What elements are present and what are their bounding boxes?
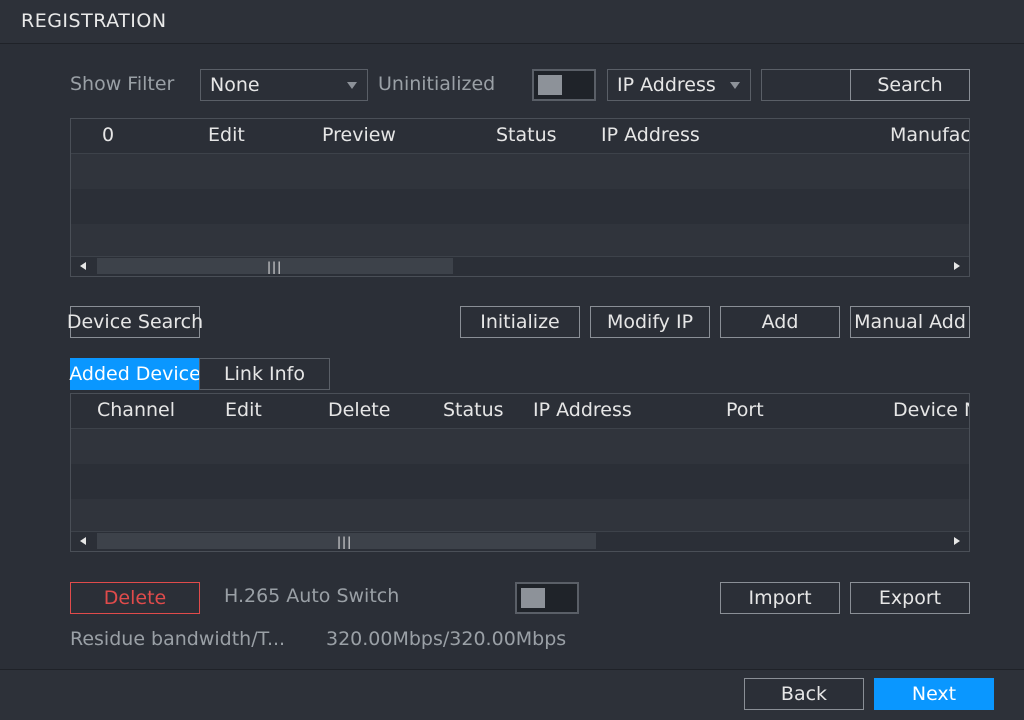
- column-header-ip-address[interactable]: IP Address: [601, 124, 700, 146]
- grip-icon: |||: [267, 260, 283, 274]
- back-button[interactable]: Back: [744, 678, 864, 710]
- show-filter-label: Show Filter: [70, 73, 175, 95]
- next-button[interactable]: Next: [874, 678, 994, 710]
- arrow-right-icon[interactable]: [945, 532, 969, 550]
- column-header-device-name[interactable]: Device N: [893, 399, 969, 421]
- table-row[interactable]: [71, 224, 969, 259]
- column-header-edit[interactable]: Edit: [225, 399, 262, 421]
- initialize-button[interactable]: Initialize: [460, 306, 580, 338]
- table-row[interactable]: [71, 499, 969, 534]
- table-row[interactable]: [71, 189, 969, 224]
- search-type-value: IP Address: [617, 74, 716, 96]
- manual-add-button[interactable]: Manual Add: [850, 306, 970, 338]
- chevron-down-icon: [730, 82, 740, 89]
- table-row[interactable]: [71, 464, 969, 499]
- device-search-button[interactable]: Device Search: [67, 306, 203, 338]
- column-header-edit[interactable]: Edit: [208, 124, 245, 146]
- show-filter-value: None: [210, 74, 260, 96]
- page-title: REGISTRATION: [21, 10, 167, 32]
- tab-link-info[interactable]: Link Info: [199, 358, 330, 390]
- column-header-preview[interactable]: Preview: [322, 124, 396, 146]
- column-header-port[interactable]: Port: [726, 399, 764, 421]
- column-header-status[interactable]: Status: [443, 399, 504, 421]
- table-row[interactable]: [71, 429, 969, 464]
- scrollbar-thumb[interactable]: |||: [97, 533, 596, 549]
- residue-bandwidth-label: Residue bandwidth/T...: [70, 628, 286, 650]
- h265-auto-switch-toggle[interactable]: [515, 582, 579, 614]
- table-header: 0 Edit Preview Status IP Address Manufac: [71, 119, 969, 154]
- export-button[interactable]: Export: [850, 582, 970, 614]
- import-button[interactable]: Import: [720, 582, 840, 614]
- column-header-channel[interactable]: Channel: [97, 399, 175, 421]
- device-search-table: 0 Edit Preview Status IP Address Manufac…: [70, 118, 970, 277]
- arrow-right-icon[interactable]: [945, 257, 969, 275]
- h265-auto-switch-label: H.265 Auto Switch: [224, 585, 400, 607]
- column-header-index[interactable]: 0: [102, 124, 114, 146]
- column-header-delete[interactable]: Delete: [328, 399, 390, 421]
- arrow-left-icon[interactable]: [71, 532, 95, 550]
- show-filter-dropdown[interactable]: None: [200, 69, 368, 101]
- search-button[interactable]: Search: [850, 69, 970, 101]
- tab-added-device[interactable]: Added Device: [69, 358, 201, 390]
- residue-bandwidth-value: 320.00Mbps/320.00Mbps: [326, 628, 567, 650]
- horizontal-scrollbar[interactable]: |||: [71, 256, 969, 276]
- chevron-down-icon: [347, 82, 357, 89]
- column-header-status[interactable]: Status: [496, 124, 557, 146]
- arrow-left-icon[interactable]: [71, 257, 95, 275]
- toggle-knob: [538, 75, 562, 95]
- add-button[interactable]: Add: [720, 306, 840, 338]
- footer-bar: [0, 670, 1024, 720]
- added-device-table: Channel Edit Delete Status IP Address Po…: [70, 393, 970, 552]
- scrollbar-thumb[interactable]: |||: [97, 258, 453, 274]
- uninitialized-label: Uninitialized: [378, 73, 496, 95]
- search-type-dropdown[interactable]: IP Address: [607, 69, 751, 101]
- table-header: Channel Edit Delete Status IP Address Po…: [71, 394, 969, 429]
- horizontal-scrollbar[interactable]: |||: [71, 531, 969, 551]
- uninitialized-toggle[interactable]: [532, 69, 596, 101]
- column-header-manufacturer[interactable]: Manufac: [890, 124, 969, 146]
- delete-button[interactable]: Delete: [70, 582, 200, 614]
- modify-ip-button[interactable]: Modify IP: [590, 306, 710, 338]
- column-header-ip-address[interactable]: IP Address: [533, 399, 632, 421]
- toggle-knob: [521, 588, 545, 608]
- search-input[interactable]: [761, 69, 853, 101]
- grip-icon: |||: [337, 535, 353, 549]
- table-row[interactable]: [71, 154, 969, 189]
